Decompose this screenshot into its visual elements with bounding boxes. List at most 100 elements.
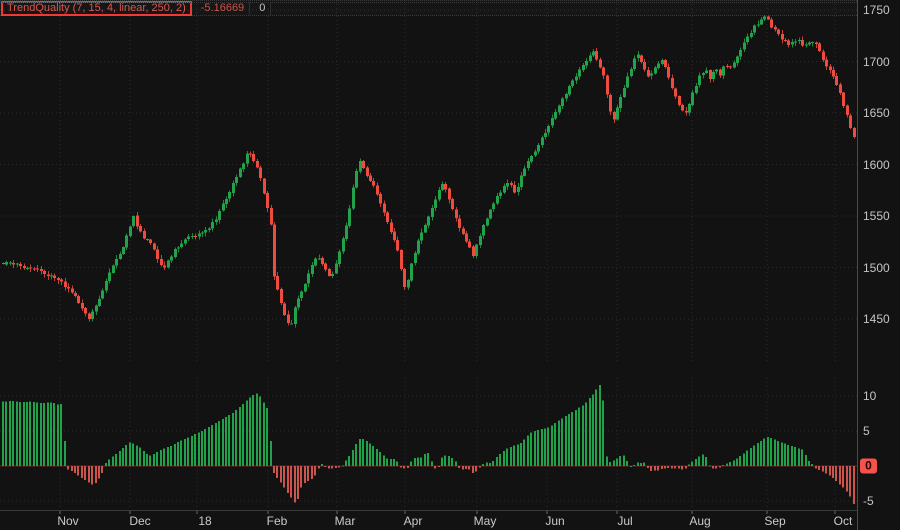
- candle[interactable]: [630, 69, 633, 76]
- candle[interactable]: [67, 287, 70, 288]
- candle[interactable]: [321, 258, 324, 264]
- histogram-bar[interactable]: [335, 466, 337, 468]
- candle[interactable]: [379, 194, 382, 203]
- candle[interactable]: [647, 70, 650, 76]
- histogram-bar[interactable]: [318, 466, 320, 469]
- histogram-bar[interactable]: [609, 462, 611, 466]
- candle[interactable]: [595, 51, 598, 59]
- histogram-bar[interactable]: [396, 461, 398, 466]
- histogram-bar[interactable]: [654, 466, 656, 470]
- candle[interactable]: [23, 266, 26, 268]
- histogram-bar[interactable]: [818, 466, 820, 470]
- candle[interactable]: [198, 233, 201, 236]
- candle[interactable]: [314, 259, 317, 266]
- candle[interactable]: [366, 167, 369, 175]
- histogram-bar[interactable]: [307, 466, 309, 481]
- candle[interactable]: [479, 236, 482, 245]
- candle[interactable]: [372, 181, 375, 185]
- candle[interactable]: [362, 161, 365, 168]
- candle[interactable]: [441, 184, 444, 190]
- candle[interactable]: [77, 296, 80, 303]
- histogram-bar[interactable]: [695, 459, 697, 466]
- candle[interactable]: [239, 169, 242, 177]
- histogram-bar[interactable]: [235, 410, 237, 466]
- candle[interactable]: [654, 68, 657, 74]
- candle[interactable]: [722, 66, 725, 75]
- histogram-bar[interactable]: [709, 466, 711, 467]
- candle[interactable]: [331, 274, 334, 276]
- histogram-bar[interactable]: [664, 466, 666, 468]
- candle[interactable]: [661, 60, 664, 64]
- candle[interactable]: [719, 70, 722, 76]
- candle[interactable]: [355, 171, 358, 188]
- histogram-bar[interactable]: [465, 466, 467, 469]
- histogram-bar[interactable]: [671, 466, 673, 468]
- candle[interactable]: [455, 209, 458, 218]
- candle[interactable]: [650, 73, 653, 75]
- histogram-bar[interactable]: [678, 466, 680, 468]
- histogram-bar[interactable]: [499, 454, 501, 466]
- histogram-bar[interactable]: [458, 466, 460, 468]
- candle[interactable]: [300, 292, 303, 298]
- histogram-bar[interactable]: [774, 439, 776, 466]
- candle[interactable]: [537, 145, 540, 152]
- candle[interactable]: [808, 42, 811, 44]
- candle[interactable]: [5, 262, 8, 264]
- histogram-bar[interactable]: [64, 441, 66, 466]
- price-chart-panel[interactable]: [0, 0, 857, 362]
- histogram-bar[interactable]: [225, 417, 227, 466]
- histogram-bar[interactable]: [849, 466, 851, 496]
- histogram-bar[interactable]: [33, 402, 35, 466]
- histogram-bar[interactable]: [643, 463, 645, 466]
- histogram-bar[interactable]: [211, 425, 213, 466]
- histogram-bar[interactable]: [698, 457, 700, 466]
- candle[interactable]: [266, 193, 269, 208]
- candle[interactable]: [139, 226, 142, 231]
- candle[interactable]: [149, 240, 152, 243]
- histogram-bar[interactable]: [431, 461, 433, 466]
- histogram-bar[interactable]: [366, 441, 368, 466]
- candle[interactable]: [664, 60, 667, 67]
- histogram-bar[interactable]: [541, 429, 543, 466]
- candle[interactable]: [489, 210, 492, 219]
- candle[interactable]: [544, 133, 547, 137]
- histogram-bar[interactable]: [492, 461, 494, 466]
- histogram-bar[interactable]: [589, 398, 591, 466]
- candle[interactable]: [599, 60, 602, 68]
- histogram-bar[interactable]: [455, 461, 457, 466]
- histogram-bar[interactable]: [95, 466, 97, 483]
- histogram-bar[interactable]: [839, 466, 841, 484]
- candle[interactable]: [791, 42, 794, 44]
- histogram-bar[interactable]: [19, 402, 21, 466]
- histogram-bar[interactable]: [215, 423, 217, 466]
- histogram-bar[interactable]: [304, 466, 306, 483]
- candle[interactable]: [486, 219, 489, 226]
- candle[interactable]: [842, 93, 845, 106]
- candle[interactable]: [853, 128, 856, 137]
- histogram-bar[interactable]: [829, 466, 831, 476]
- candle[interactable]: [232, 183, 235, 193]
- candle[interactable]: [273, 224, 276, 276]
- candle[interactable]: [541, 137, 544, 145]
- histogram-bar[interactable]: [811, 464, 813, 466]
- histogram-bar[interactable]: [472, 466, 474, 473]
- histogram-bar[interactable]: [846, 466, 848, 492]
- histogram-bar[interactable]: [390, 459, 392, 466]
- candle[interactable]: [407, 280, 410, 287]
- candle[interactable]: [558, 105, 561, 112]
- candle[interactable]: [482, 225, 485, 236]
- histogram-bar[interactable]: [503, 451, 505, 466]
- histogram-bar[interactable]: [280, 466, 282, 483]
- candle[interactable]: [177, 248, 180, 249]
- candle[interactable]: [770, 19, 773, 27]
- histogram-bar[interactable]: [180, 441, 182, 466]
- histogram-bar[interactable]: [712, 466, 714, 468]
- candle[interactable]: [228, 192, 231, 198]
- histogram-bar[interactable]: [239, 407, 241, 466]
- histogram-bar[interactable]: [84, 466, 86, 480]
- histogram-bar[interactable]: [407, 466, 409, 468]
- candle[interactable]: [517, 187, 520, 192]
- candle[interactable]: [12, 263, 15, 265]
- candle[interactable]: [345, 225, 348, 239]
- histogram-bar[interactable]: [355, 444, 357, 466]
